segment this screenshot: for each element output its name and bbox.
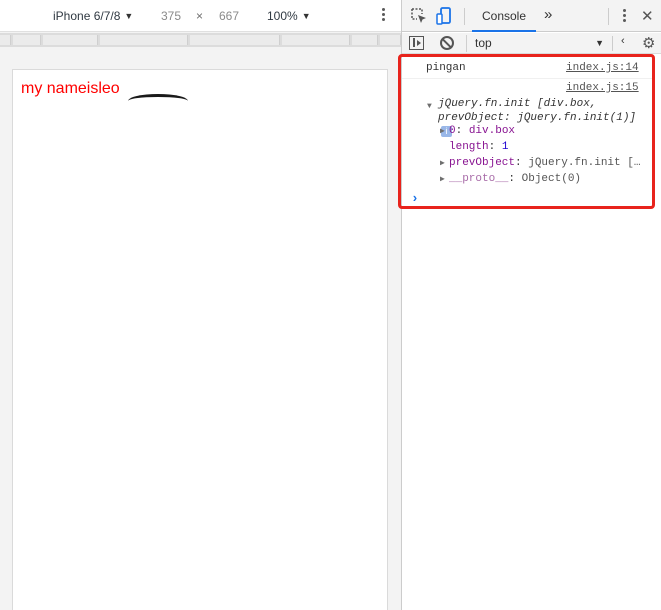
object-preview-text: jQuery.fn.init [div.box, prevObject: jQu…	[438, 98, 637, 124]
inspect-element-icon[interactable]	[411, 8, 427, 24]
clear-console-icon[interactable]	[440, 36, 454, 50]
device-select-label: iPhone 6/7/8	[53, 9, 121, 23]
devtools-panel: Console » ✕ top ▼ ‹ ⚙ pingan index.js:14…	[402, 0, 661, 610]
zoom-select[interactable]: 100% ▼	[267, 9, 311, 23]
chevron-left-icon[interactable]: ‹	[621, 35, 625, 47]
show-sidebar-icon[interactable]	[409, 36, 424, 50]
console-log-message: pingan	[426, 62, 466, 74]
tab-separator	[464, 8, 465, 25]
devtools-menu-icon[interactable]	[619, 7, 629, 27]
message-divider	[402, 78, 652, 79]
object-property[interactable]: ▶ prevObject: jQuery.fn.init […	[440, 157, 640, 169]
expand-arrow-icon[interactable]: ▶	[440, 174, 449, 184]
context-select[interactable]: top ▼	[466, 35, 606, 52]
collapse-arrow-icon[interactable]: ▼	[427, 100, 432, 114]
media-query-bar[interactable]	[0, 33, 401, 47]
tab-separator	[608, 8, 609, 25]
zoom-select-label: 100%	[267, 9, 298, 23]
context-select-label: top	[475, 36, 492, 50]
dimension-separator: ×	[196, 9, 204, 23]
more-options-icon[interactable]	[378, 6, 388, 26]
chevron-down-icon: ▼	[595, 38, 604, 48]
chevron-down-icon: ▼	[124, 11, 134, 21]
device-emulation-pane: iPhone 6/7/8 ▼ 375 × 667 100% ▼ my namei…	[0, 0, 401, 610]
device-toggle-icon[interactable]	[436, 7, 452, 25]
more-tabs-icon[interactable]: »	[544, 6, 552, 23]
chevron-down-icon: ▼	[301, 11, 311, 21]
avatar-image	[128, 94, 188, 108]
gear-icon[interactable]: ⚙	[642, 34, 655, 52]
device-height-input[interactable]: 667	[219, 9, 239, 23]
expand-arrow-icon[interactable]: ▶	[440, 158, 449, 168]
object-property[interactable]: ▶ __proto__: Object(0)	[440, 173, 581, 185]
source-link[interactable]: index.js:14	[566, 62, 639, 74]
object-property: length: 1	[449, 141, 509, 153]
page-text: my nameisleo	[21, 80, 120, 97]
devtools-tabbar: Console » ✕	[402, 0, 661, 32]
device-viewport[interactable]	[12, 69, 388, 610]
tab-console[interactable]: Console	[472, 0, 536, 32]
page-box	[200, 88, 376, 102]
toolbar-separator	[612, 36, 613, 51]
expand-arrow-icon[interactable]: ▶	[440, 126, 449, 136]
device-width-input[interactable]: 375	[161, 9, 181, 23]
device-toolbar: iPhone 6/7/8 ▼ 375 × 667 100% ▼	[0, 0, 401, 32]
close-icon[interactable]: ✕	[641, 7, 654, 25]
source-link[interactable]: index.js:15	[566, 82, 639, 94]
console-prompt[interactable]: ›	[411, 191, 419, 206]
console-messages: pingan index.js:14 index.js:15 ▼ jQuery.…	[402, 55, 661, 610]
console-toolbar: top ▼ ‹ ⚙	[402, 33, 661, 54]
object-property[interactable]: ▶ 0: div.box	[440, 125, 515, 137]
device-select[interactable]: iPhone 6/7/8 ▼	[53, 9, 133, 23]
